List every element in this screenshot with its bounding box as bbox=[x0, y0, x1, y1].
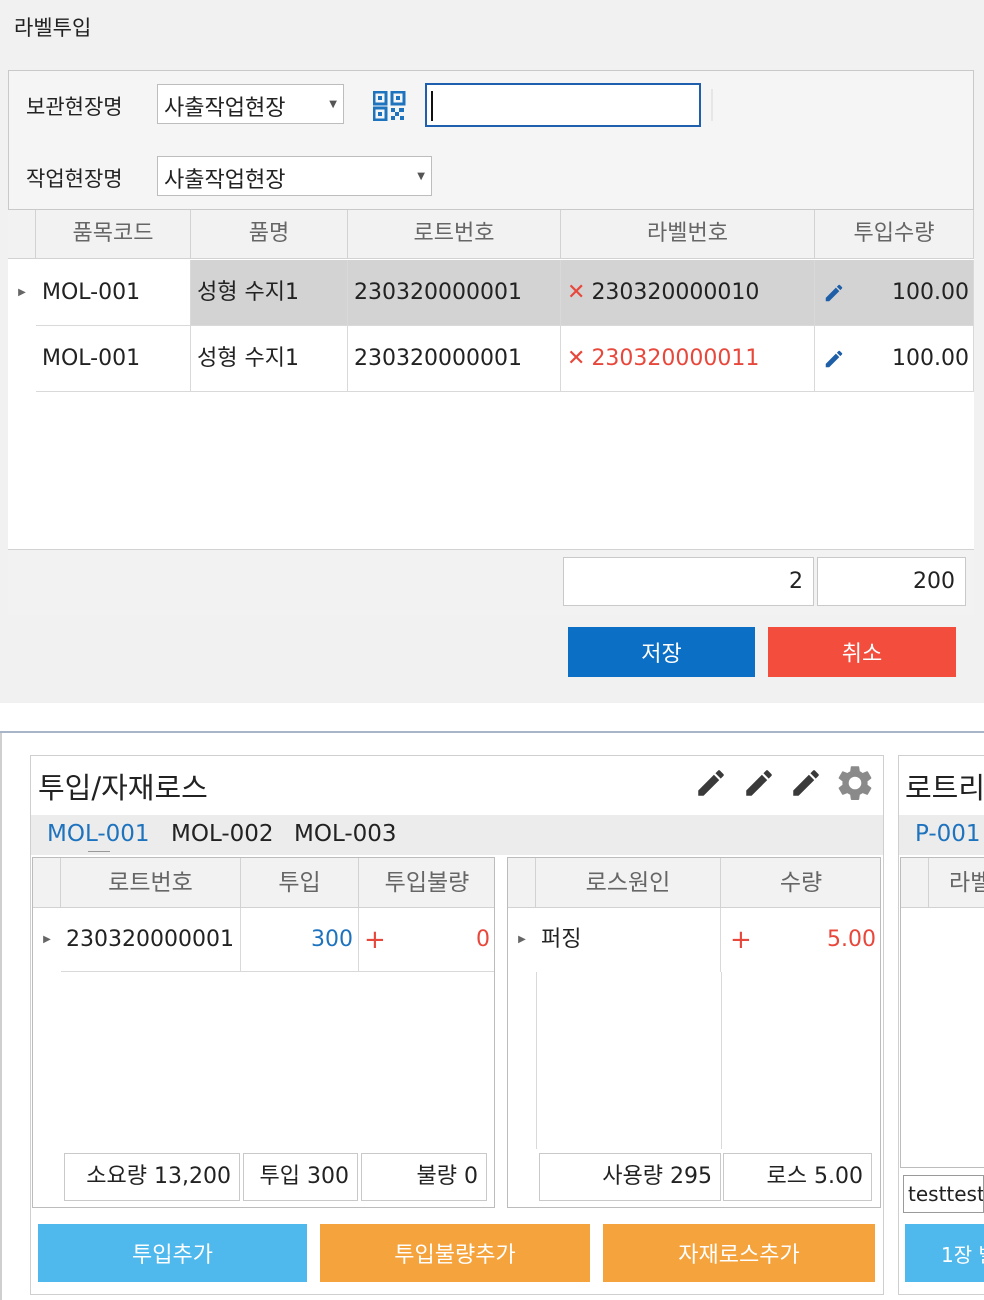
col-item-name[interactable]: 품명 bbox=[191, 210, 348, 259]
table-row-item-code[interactable]: MOL-001 bbox=[36, 260, 191, 326]
summary-required: 소요량 13,200 bbox=[64, 1153, 240, 1201]
table-row-item-name[interactable]: 성형 수지1 bbox=[191, 326, 348, 392]
col-item-code[interactable]: 품목코드 bbox=[36, 210, 191, 259]
grid-corner bbox=[901, 858, 929, 908]
delete-icon[interactable]: ✕ bbox=[567, 346, 585, 371]
add-defect-icon[interactable]: + bbox=[364, 925, 386, 955]
column-line bbox=[536, 972, 537, 1149]
edit-pencil-icon[interactable] bbox=[694, 766, 728, 800]
summary-loss: 로스 5.00 bbox=[723, 1153, 872, 1201]
row-indicator-icon: ▶ bbox=[518, 934, 526, 945]
summary-defect: 불량 0 bbox=[361, 1153, 487, 1201]
item-tabs: MOL-001 MOL-002 MOL-003 bbox=[31, 815, 883, 855]
add-input-button[interactable]: 투입추가 bbox=[38, 1224, 307, 1282]
storage-site-combo[interactable]: 사출작업현장 ▼ bbox=[157, 84, 344, 124]
label-scan-input[interactable] bbox=[435, 87, 695, 123]
left-edge bbox=[0, 733, 2, 1300]
table-row-lot-no[interactable]: 230320000001 bbox=[61, 908, 241, 972]
row-indicator-icon: ▶ bbox=[43, 934, 51, 945]
work-site-combo[interactable]: 사출작업현장 ▼ bbox=[157, 156, 432, 196]
edit-pencil-icon[interactable] bbox=[823, 282, 845, 304]
add-input-defect-button[interactable]: 투입불량추가 bbox=[320, 1224, 590, 1282]
table-row-lot-no[interactable]: 230320000001 bbox=[348, 260, 561, 326]
lot-panel-title: 로트리 bbox=[905, 771, 984, 805]
edit-pencil-icon[interactable] bbox=[823, 348, 845, 370]
col-lot-no[interactable]: 로트번호 bbox=[61, 858, 241, 908]
chevron-down-icon: ▼ bbox=[417, 171, 425, 182]
column-line bbox=[721, 972, 722, 1149]
lot-label-grid: 라벨 bbox=[900, 857, 984, 1168]
table-row-lot-no[interactable]: 230320000001 bbox=[348, 326, 561, 392]
edit-pencil-icon[interactable] bbox=[742, 766, 776, 800]
grid-corner bbox=[33, 858, 61, 908]
storage-site-value: 사출작업현장 bbox=[164, 96, 286, 121]
table-row-item-name[interactable]: 성형 수지1 bbox=[191, 260, 348, 326]
col-lot-no[interactable]: 로트번호 bbox=[348, 210, 561, 259]
separator bbox=[711, 89, 713, 121]
summary-usage: 사용량 295 bbox=[539, 1153, 721, 1201]
summary-input: 투입 300 bbox=[243, 1153, 358, 1201]
table-row-input[interactable]: 300 bbox=[241, 908, 359, 972]
col-label[interactable]: 라벨 bbox=[929, 858, 984, 908]
add-loss-icon[interactable]: + bbox=[730, 925, 752, 955]
table-row-item-code[interactable]: MOL-001 bbox=[36, 326, 191, 392]
gear-icon[interactable] bbox=[834, 762, 876, 804]
print-label-button[interactable]: 1장 발 bbox=[905, 1224, 984, 1282]
tab-mol-002[interactable]: MOL-002 bbox=[171, 821, 274, 847]
chevron-down-icon: ▼ bbox=[329, 99, 337, 110]
col-loss-reason[interactable]: 로스원인 bbox=[536, 858, 721, 908]
table-row-defect-cell[interactable]: + 0 bbox=[359, 908, 494, 972]
storage-site-label: 보관현장명 bbox=[26, 95, 123, 119]
add-material-loss-button[interactable]: 자재로스추가 bbox=[603, 1224, 875, 1282]
label-no: 230320000010 bbox=[591, 280, 760, 305]
defect-value: 0 bbox=[476, 927, 490, 952]
table-row-loss-reason[interactable]: 퍼징 bbox=[536, 908, 721, 972]
label-no: 230320000011 bbox=[591, 346, 760, 371]
label-scan-input-box[interactable] bbox=[425, 83, 701, 127]
summary-count: 2 bbox=[563, 557, 814, 606]
save-button[interactable]: 저장 bbox=[568, 627, 755, 677]
qty-value: 100.00 bbox=[892, 280, 969, 305]
table-row-qty-cell[interactable]: 100.00 bbox=[815, 260, 974, 326]
col-input-defect[interactable]: 투입불량 bbox=[359, 858, 494, 908]
grid-corner bbox=[508, 858, 536, 908]
text-caret bbox=[431, 91, 433, 121]
grid-corner bbox=[8, 210, 36, 259]
col-input[interactable]: 투입 bbox=[241, 858, 359, 908]
label-grid: 품목코드 품명 로트번호 라벨번호 투입수량 ▶ MOL-001 성형 수지1 … bbox=[8, 209, 974, 549]
cancel-button[interactable]: 취소 bbox=[768, 627, 956, 677]
label-input-dialog: 라벨투입 보관현장명 사출작업현장 ▼ 작업현장명 사출작업현장 ▼ 품목코드 … bbox=[0, 0, 984, 703]
material-loss-grid: 로스원인 수량 ▶ 퍼징 + 5.00 사용량 295 로스 5.00 bbox=[507, 857, 881, 1208]
tab-mol-003[interactable]: MOL-003 bbox=[294, 821, 397, 847]
edit-pencil-icon[interactable] bbox=[789, 766, 823, 800]
lot-text-input[interactable]: testtest bbox=[903, 1175, 984, 1213]
table-row-label-cell[interactable]: ✕ 230320000011 bbox=[561, 326, 815, 392]
table-row-qty-cell[interactable]: 100.00 bbox=[815, 326, 974, 392]
loss-qty-value: 5.00 bbox=[827, 927, 876, 952]
tab-p-001[interactable]: P-001 bbox=[915, 821, 981, 847]
qty-value: 100.00 bbox=[892, 346, 969, 371]
delete-icon[interactable]: ✕ bbox=[567, 280, 585, 305]
col-loss-qty[interactable]: 수량 bbox=[721, 858, 880, 908]
lot-input-grid: 로트번호 투입 투입불량 ▶ 230320000001 300 + 0 소요량 … bbox=[32, 857, 495, 1208]
row-indicator-icon: ▶ bbox=[18, 287, 26, 298]
table-row-loss-qty-cell[interactable]: + 5.00 bbox=[721, 908, 880, 972]
summary-qty: 200 bbox=[817, 557, 966, 606]
work-site-value: 사출작업현장 bbox=[164, 168, 286, 193]
col-input-qty[interactable]: 투입수량 bbox=[815, 210, 974, 259]
qr-code-icon[interactable] bbox=[373, 91, 407, 121]
lot-panel-tabs: P-001 bbox=[899, 815, 984, 855]
tab-mol-001[interactable]: MOL-001 bbox=[47, 821, 150, 847]
table-row-label-cell[interactable]: ✕ 230320000010 bbox=[561, 260, 815, 326]
work-site-label: 작업현장명 bbox=[26, 167, 123, 191]
dialog-title: 라벨투입 bbox=[14, 16, 92, 40]
col-label-no[interactable]: 라벨번호 bbox=[561, 210, 815, 259]
input-loss-title: 투입/자재로스 bbox=[38, 771, 208, 805]
window-divider bbox=[0, 731, 984, 733]
